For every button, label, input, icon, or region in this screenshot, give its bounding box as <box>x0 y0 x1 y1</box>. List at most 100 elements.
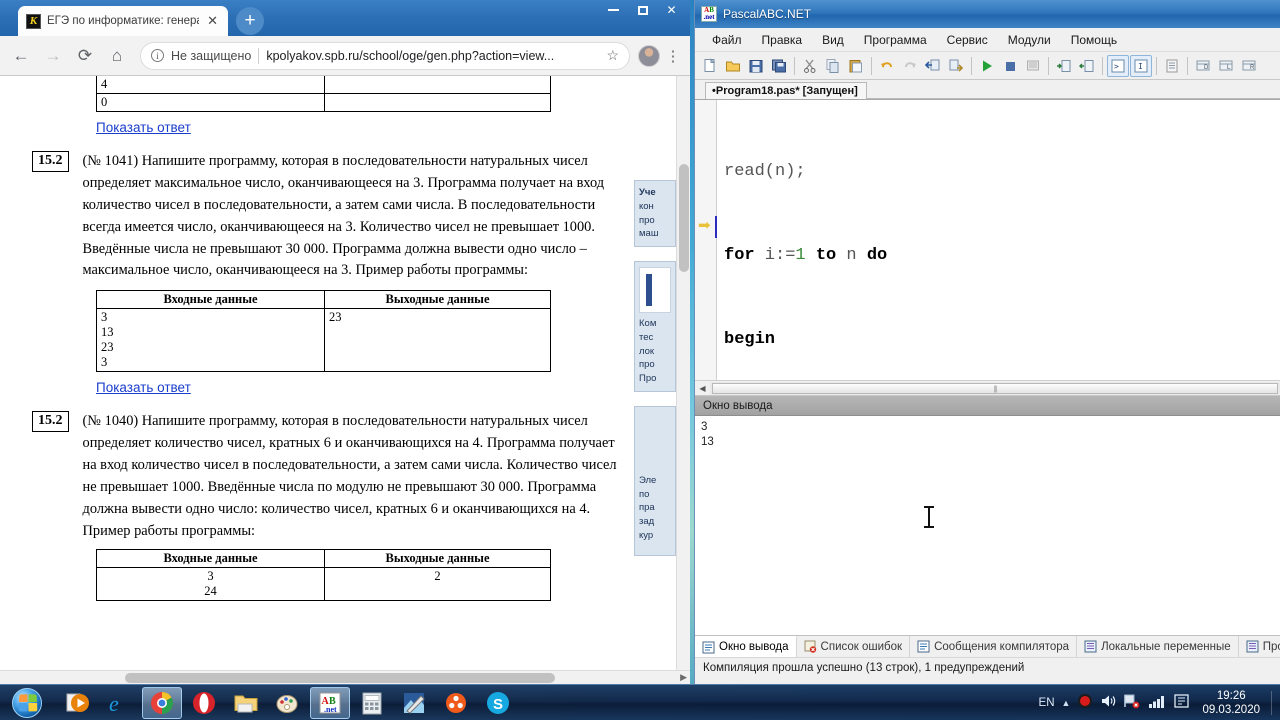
tab-compiler-messages[interactable]: Сообщения компилятора <box>910 636 1078 657</box>
align-d-icon[interactable]: D <box>1192 55 1214 77</box>
menu-help[interactable]: Помощь <box>1062 30 1126 50</box>
vertical-scroll-thumb[interactable] <box>679 164 689 272</box>
close-button[interactable]: ✕ <box>657 0 686 20</box>
editor-scroll-thumb[interactable] <box>712 382 1278 394</box>
home-icon[interactable]: ⌂ <box>102 41 132 71</box>
new-file-icon[interactable] <box>699 55 721 77</box>
input-icon[interactable]: I <box>1130 54 1152 77</box>
ad-box[interactable]: Ком тес лок про Про <box>634 261 676 392</box>
address-bar[interactable]: i Не защищено kpolyakov.spb.ru/school/og… <box>140 41 630 70</box>
tab-local-variables[interactable]: Локальные переменные <box>1077 636 1239 657</box>
page-vertical-scrollbar[interactable] <box>676 76 690 684</box>
align-l-icon[interactable]: L <box>1215 55 1237 77</box>
cell-input: 4 <box>96 76 325 94</box>
taskbar-item-recorder-app[interactable] <box>436 687 476 719</box>
editor-tab-program18[interactable]: •Program18.pas* [Запущен] <box>705 82 867 99</box>
browser-tab[interactable]: К ЕГЭ по информатике: генератор ✕ <box>18 6 228 36</box>
tab-error-list[interactable]: Список ошибок <box>797 636 911 657</box>
back-icon[interactable]: ← <box>6 41 36 71</box>
save-icon[interactable] <box>745 55 767 77</box>
network-icon[interactable] <box>1123 693 1141 712</box>
menu-service[interactable]: Сервис <box>938 30 997 50</box>
code-line: for i:=1 to n do <box>724 246 888 265</box>
scroll-right-icon[interactable]: ▶ <box>680 672 687 683</box>
taskbar-item-google-chrome[interactable] <box>142 686 182 719</box>
reload-icon[interactable]: ⟳ <box>70 41 100 71</box>
outdent-icon[interactable] <box>1076 55 1098 77</box>
menu-modules[interactable]: Модули <box>999 30 1060 50</box>
taskbar-item-internet-explorer[interactable]: e <box>100 687 140 719</box>
undo-icon[interactable] <box>876 55 898 77</box>
paste-icon[interactable] <box>845 55 867 77</box>
taskbar-item-windows-media-player[interactable] <box>58 687 98 719</box>
save-all-icon[interactable] <box>768 55 790 77</box>
forward-icon[interactable]: → <box>38 41 68 71</box>
tab-label: Просм <box>1262 640 1280 653</box>
list-icon[interactable] <box>1161 55 1183 77</box>
clock[interactable]: 19:26 09.03.2020 <box>1198 689 1260 717</box>
ad-line: по <box>639 488 650 500</box>
align-r-icon[interactable]: R <box>1238 55 1260 77</box>
chrome-menu-icon[interactable]: ⋮ <box>662 47 684 65</box>
show-answer-link[interactable]: Показать ответ <box>96 120 191 135</box>
copy-icon[interactable] <box>822 55 844 77</box>
step-over-icon[interactable] <box>945 55 967 77</box>
menu-edit[interactable]: Правка <box>753 30 812 50</box>
recording-indicator-icon[interactable] <box>1077 693 1093 712</box>
taskbar-item-file-explorer[interactable] <box>226 687 266 719</box>
show-desktop-button[interactable] <box>1271 690 1272 715</box>
language-indicator[interactable]: EN <box>1039 697 1055 709</box>
step-into-icon[interactable] <box>922 55 944 77</box>
menu-file[interactable]: Файл <box>703 30 751 50</box>
indent-icon[interactable] <box>1053 55 1075 77</box>
page-horizontal-scrollbar[interactable]: ▶ <box>0 670 690 684</box>
taskbar-item-skype[interactable]: S <box>478 687 518 719</box>
action-center-icon[interactable] <box>1173 693 1191 712</box>
ad-line: тес <box>639 331 654 343</box>
tab-output-window[interactable]: Окно вывода <box>695 636 797 657</box>
menu-view[interactable]: Вид <box>813 30 853 50</box>
svg-text:e: e <box>109 691 119 716</box>
stop-icon[interactable] <box>999 55 1021 77</box>
start-button[interactable] <box>0 686 54 720</box>
taskbar-item-editor-app[interactable] <box>394 687 434 719</box>
editor-code-area[interactable]: read(n); for i:=1 to n do begin read(a);… <box>718 100 1280 395</box>
editor-horizontal-scrollbar[interactable]: ◀ <box>695 380 1280 395</box>
volume-icon[interactable] <box>1100 693 1116 712</box>
cut-icon[interactable] <box>799 55 821 77</box>
show-hidden-icons-icon[interactable]: ▲ <box>1062 698 1071 708</box>
output-panel-body[interactable]: 3 13 <box>695 416 1280 635</box>
info-icon[interactable]: i <box>151 49 164 62</box>
show-answer-link[interactable]: Показать ответ <box>96 380 191 395</box>
menu-program[interactable]: Программа <box>855 30 936 50</box>
redo-icon[interactable] <box>899 55 921 77</box>
maximize-button[interactable] <box>628 0 657 20</box>
build-icon[interactable] <box>1022 55 1044 77</box>
code-editor[interactable]: ➡ read(n); for i:=1 to n do begin read(a… <box>695 100 1280 396</box>
horizontal-scroll-thumb[interactable] <box>125 673 555 683</box>
bookmark-star-icon[interactable]: ☆ <box>606 47 619 64</box>
col-input-header: Входные данные <box>96 548 325 568</box>
taskbar-item-pascalabc-net[interactable]: A B .net <box>310 686 350 719</box>
pascal-titlebar: AB .net PascalABC.NET <box>695 0 1280 28</box>
open-file-icon[interactable] <box>722 55 744 77</box>
minimize-button[interactable] <box>599 0 628 20</box>
new-tab-button[interactable]: + <box>236 7 264 35</box>
ad-box[interactable]: Эле по пра зад кур <box>634 405 676 556</box>
close-tab-icon[interactable]: ✕ <box>205 13 220 29</box>
taskbar-item-calculator[interactable] <box>352 687 392 719</box>
input-line: 3 <box>101 355 108 370</box>
run-icon[interactable] <box>976 55 998 77</box>
taskbar-item-paint[interactable] <box>268 687 308 719</box>
scroll-left-icon[interactable]: ◀ <box>695 384 710 393</box>
svg-text:R: R <box>1250 65 1255 71</box>
ad-line: Про <box>639 373 657 385</box>
console-icon[interactable]: > <box>1107 54 1129 77</box>
tab-watch[interactable]: Просм <box>1239 636 1280 657</box>
ad-box[interactable]: Уче кон про маш <box>634 180 676 248</box>
profile-avatar[interactable] <box>638 44 660 67</box>
taskbar-item-opera[interactable] <box>184 687 224 719</box>
signal-icon[interactable] <box>1148 693 1166 712</box>
editor-scroll-track[interactable] <box>710 381 1280 395</box>
ad-title: Уче <box>639 187 656 198</box>
